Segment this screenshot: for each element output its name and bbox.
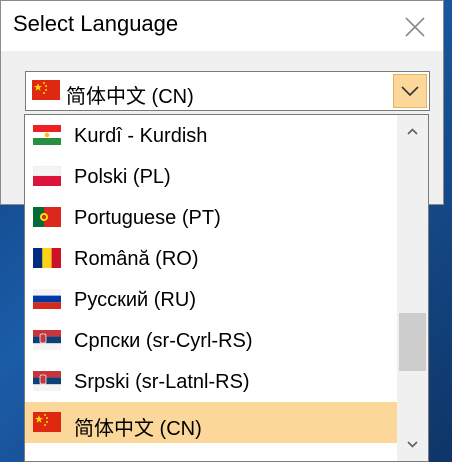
language-combobox[interactable]: 简体中文 (CN) <box>25 71 430 111</box>
language-dropdown-list: Kurdî - Kurdish Polski (PL) Portuguese (… <box>24 114 429 462</box>
flag-rs-icon <box>33 371 61 391</box>
scrollbar-thumb[interactable] <box>399 313 426 371</box>
list-item-label: Kurdî - Kurdish <box>74 125 208 147</box>
list-item-selected[interactable]: 简体中文 (CN) <box>25 402 397 443</box>
scroll-down-button[interactable] <box>397 427 428 461</box>
list-item[interactable]: Русский (RU) <box>25 279 397 320</box>
scroll-up-button[interactable] <box>397 115 428 149</box>
flag-ru-icon <box>33 289 61 309</box>
combobox-dropdown-button[interactable] <box>393 74 427 108</box>
list-item-label: Srpski (sr-Latnl-RS) <box>74 371 250 393</box>
flag-kurdistan-icon <box>33 125 61 145</box>
vertical-scrollbar[interactable] <box>397 115 428 461</box>
flag-pl-icon <box>33 166 61 186</box>
list-item-label: Polski (PL) <box>74 166 171 188</box>
flag-cn-icon <box>33 412 61 432</box>
list-item[interactable]: Polski (PL) <box>25 156 397 197</box>
dialog-title: Select Language <box>13 11 179 36</box>
list-item[interactable]: Srpski (sr-Latnl-RS) <box>25 361 397 402</box>
language-options: Kurdî - Kurdish Polski (PL) Portuguese (… <box>25 115 397 443</box>
flag-cn-icon <box>32 80 60 100</box>
list-item[interactable]: Српски (sr-Cyrl-RS) <box>25 320 397 361</box>
flag-ro-icon <box>33 248 61 268</box>
close-button[interactable] <box>397 9 433 45</box>
list-item-label: Portuguese (PT) <box>74 207 221 229</box>
combobox-value: 简体中文 (CN) <box>66 86 194 108</box>
list-item-label: Српски (sr-Cyrl-RS) <box>74 330 253 352</box>
chevron-up-icon <box>407 128 418 135</box>
list-item-label: Română (RO) <box>74 248 199 270</box>
list-item-label: 简体中文 (CN) <box>74 418 202 440</box>
chevron-down-icon <box>401 86 419 97</box>
close-icon <box>405 17 425 37</box>
flag-pt-icon <box>33 207 61 227</box>
list-item[interactable]: Română (RO) <box>25 238 397 279</box>
chevron-down-icon <box>407 441 418 448</box>
title-bar: Select Language <box>1 1 443 51</box>
list-item[interactable]: Kurdî - Kurdish <box>25 115 397 156</box>
list-item[interactable]: Portuguese (PT) <box>25 197 397 238</box>
list-item-label: Русский (RU) <box>74 289 196 311</box>
flag-rs-icon <box>33 330 61 350</box>
